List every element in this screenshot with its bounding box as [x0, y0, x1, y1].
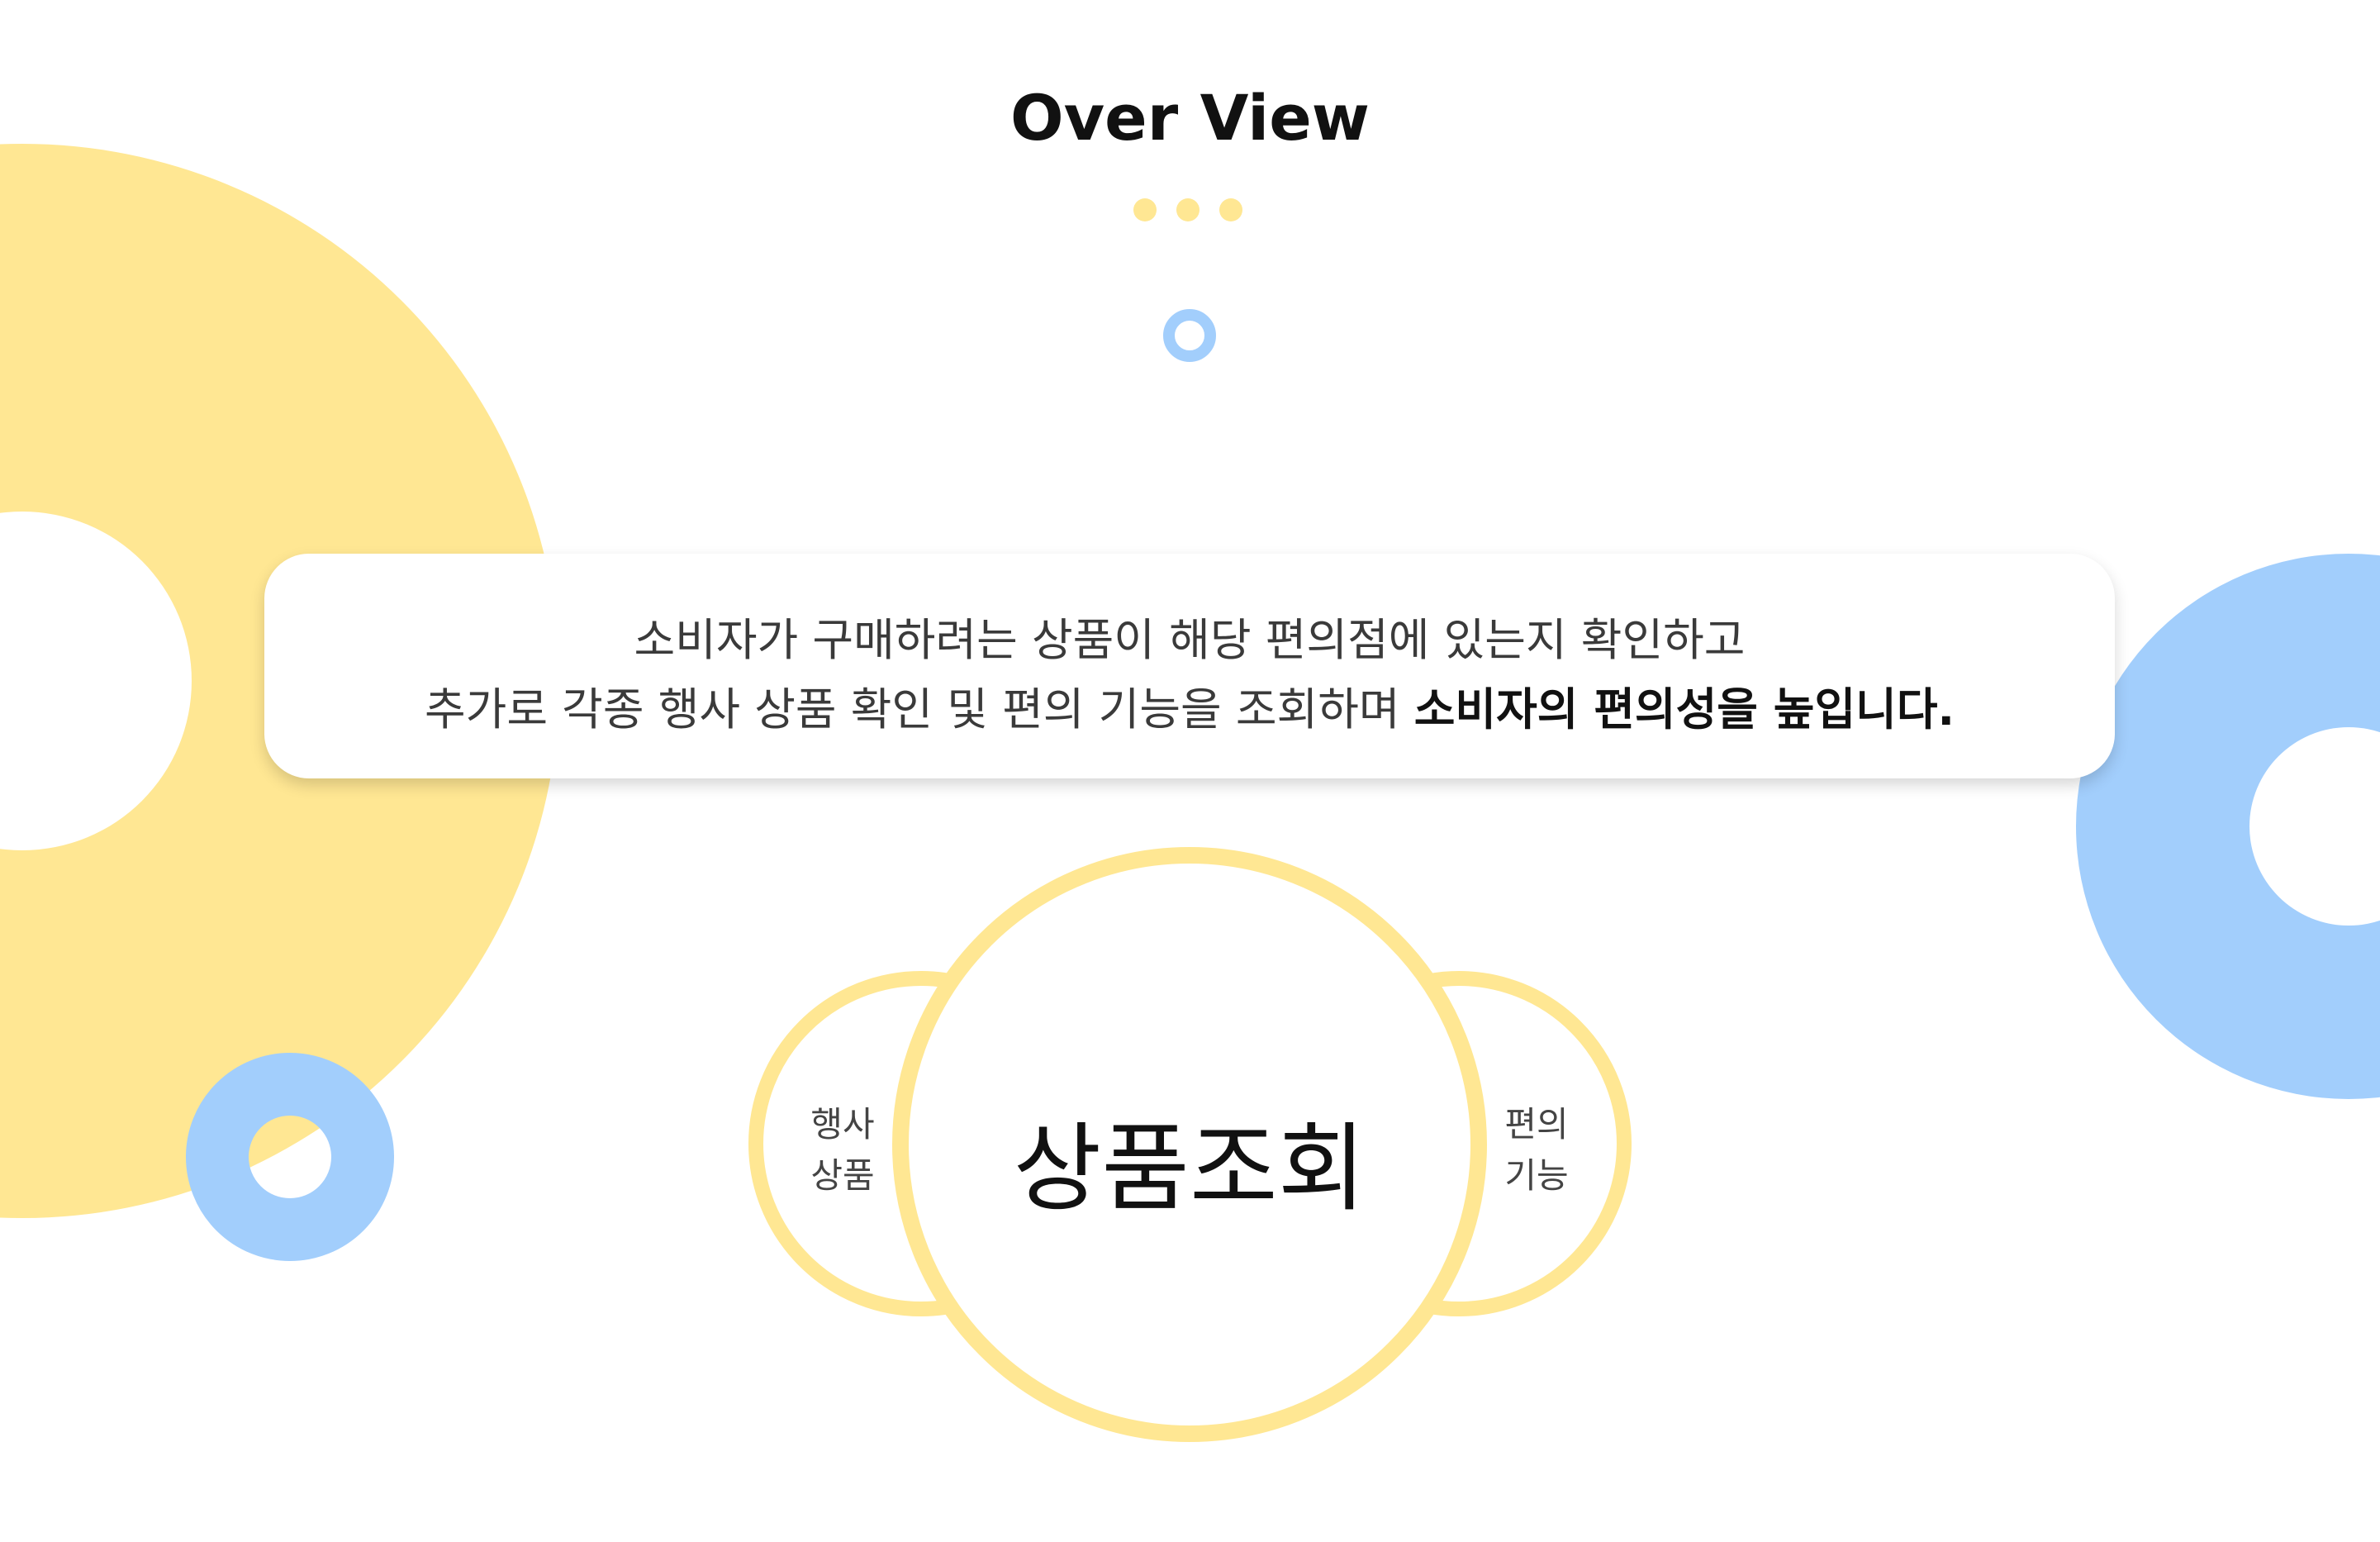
right-label-line-2: 기능 [1504, 1155, 1569, 1196]
description-line-1: 소비자가 구매하려는 상품이 해당 편의점에 있는지 확인하고 [634, 614, 1746, 666]
dot [1133, 198, 1157, 221]
page-title: Over View [1010, 81, 1370, 155]
right-blue-ring [2076, 554, 2380, 1099]
small-blue-ring [1163, 309, 1216, 362]
left-small-blue-ring [186, 1053, 394, 1261]
description-line-2-bold: 소비자의 편의성을 높입니다. [1413, 683, 1955, 735]
dot [1176, 198, 1200, 221]
dot [1219, 198, 1242, 221]
right-label-line-1: 편의 [1504, 1104, 1569, 1145]
right-label: 편의 기능 [1487, 1099, 1586, 1202]
left-label: 행사 상품 [793, 1099, 892, 1202]
description-card: 소비자가 구매하려는 상품이 해당 편의점에 있는지 확인하고 추가로 각종 행… [264, 554, 2115, 778]
left-label-line-2: 상품 [810, 1155, 875, 1196]
description-line-2: 추가로 각종 행사 상품 확인 및 편의 기능을 조회하며 소비자의 편의성을 … [264, 673, 2115, 738]
left-label-line-1: 행사 [810, 1104, 875, 1145]
center-label: 상품조회 [1013, 1113, 1366, 1225]
description-line-2-regular: 추가로 각종 행사 상품 확인 및 편의 기능을 조회하며 [424, 683, 1414, 735]
title-dots [1133, 198, 1249, 223]
